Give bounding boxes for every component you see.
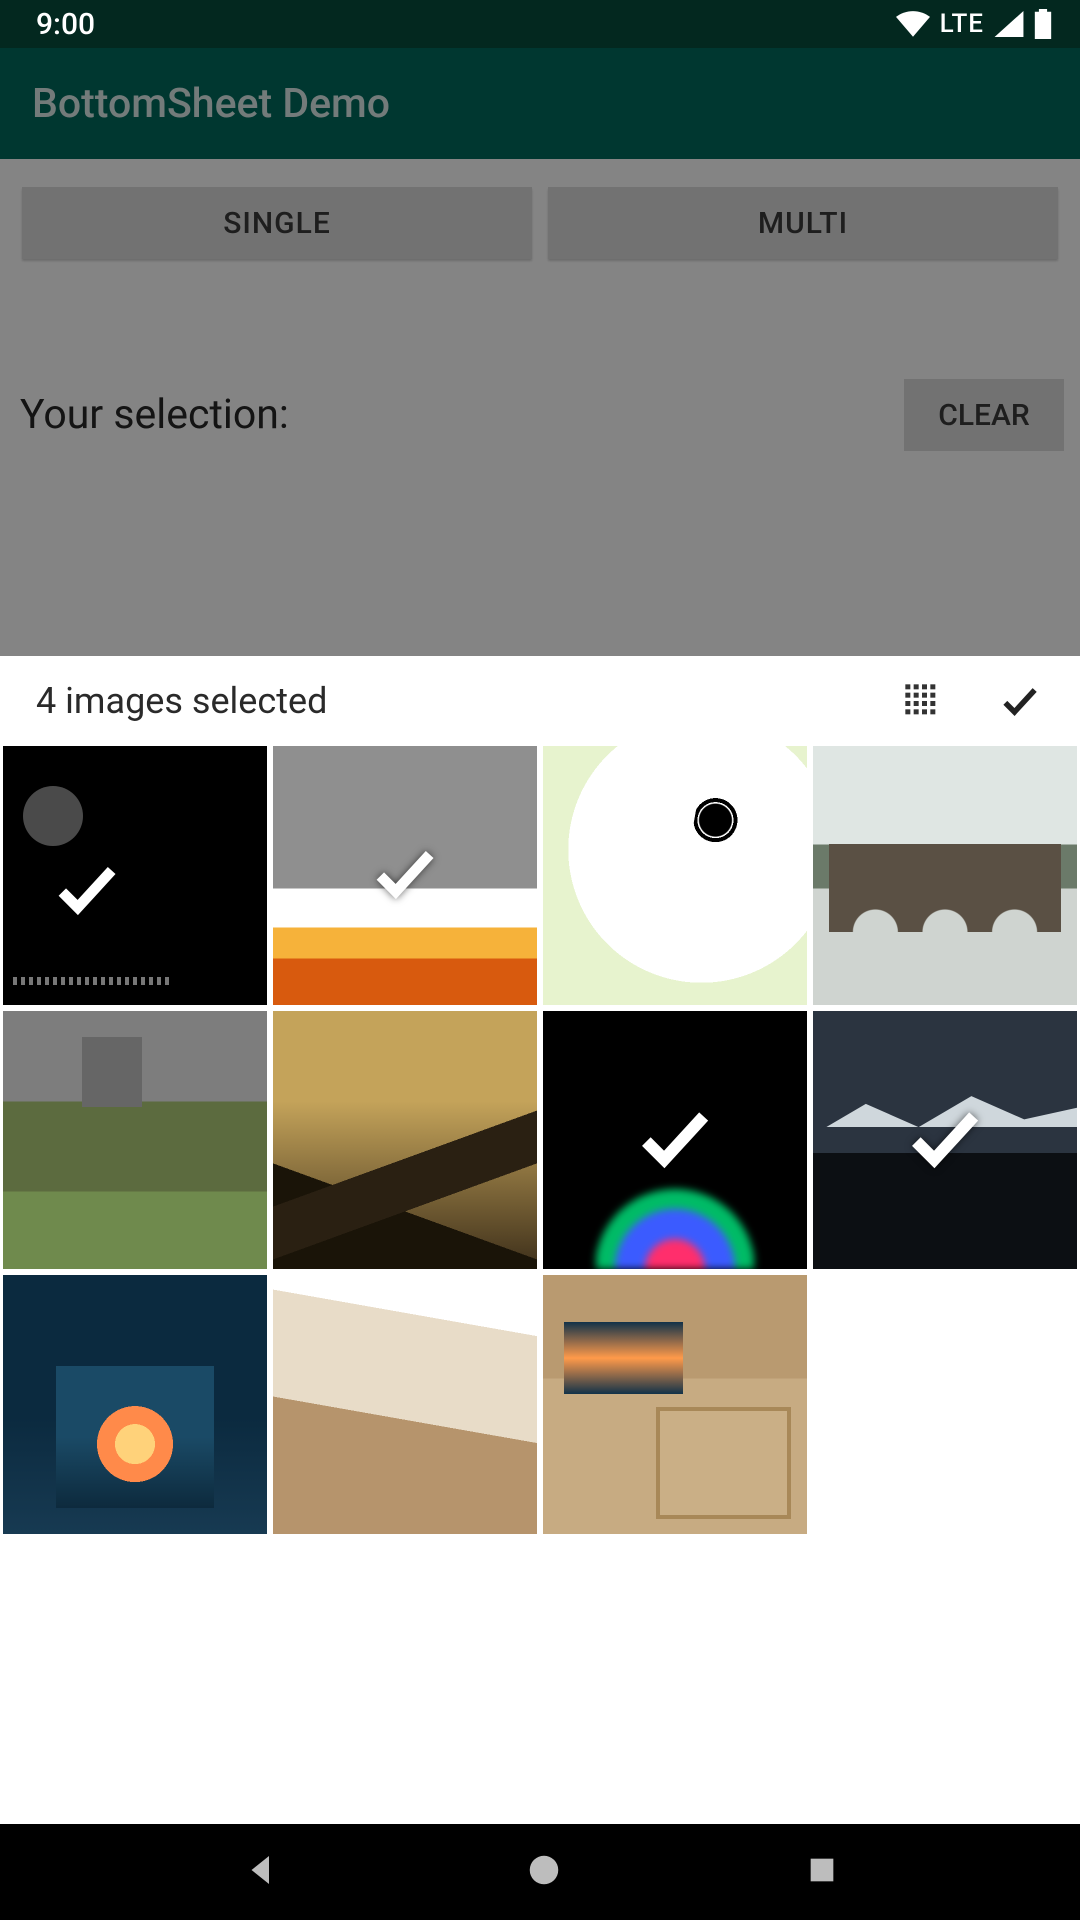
image-thumb[interactable]: [3, 1011, 267, 1270]
image-thumb[interactable]: [273, 1275, 537, 1534]
sheet-header: 4 images selected: [0, 656, 1080, 746]
bottom-sheet: 4 images selected: [0, 656, 1080, 1824]
sheet-title: 4 images selected: [36, 680, 860, 722]
navigation-bar: [0, 1824, 1080, 1920]
back-icon: [241, 1849, 283, 1891]
image-grid: [0, 746, 1080, 1824]
image-thumb[interactable]: [813, 1011, 1077, 1270]
selected-check-icon: [632, 1095, 718, 1185]
recents-icon: [805, 1853, 839, 1887]
battery-icon: [1034, 9, 1052, 39]
check-icon: [998, 679, 1042, 723]
grid-view-button[interactable]: [886, 665, 958, 737]
image-thumb[interactable]: [813, 746, 1077, 1005]
image-thumb[interactable]: [543, 1011, 807, 1270]
status-right: LTE: [896, 9, 1052, 39]
image-thumb[interactable]: [273, 1011, 537, 1270]
status-time: 9:00: [36, 7, 95, 42]
image-thumb[interactable]: [3, 1275, 267, 1534]
home-icon: [525, 1851, 563, 1889]
image-thumb[interactable]: [273, 746, 537, 1005]
network-label: LTE: [940, 9, 984, 39]
wifi-icon: [896, 11, 930, 37]
nav-recents-button[interactable]: [805, 1853, 839, 1891]
image-thumb[interactable]: [543, 1275, 807, 1534]
cell-signal-icon: [994, 11, 1024, 37]
confirm-button[interactable]: [984, 665, 1056, 737]
image-thumb[interactable]: [543, 746, 807, 1005]
modal-scrim[interactable]: [0, 48, 1080, 656]
selected-check-icon: [50, 852, 124, 930]
selected-check-icon: [902, 1095, 988, 1185]
nav-back-button[interactable]: [241, 1849, 283, 1895]
nav-home-button[interactable]: [525, 1851, 563, 1893]
image-thumb[interactable]: [3, 746, 267, 1005]
selected-check-icon: [368, 836, 442, 914]
status-bar: 9:00 LTE: [0, 0, 1080, 48]
grid-icon: [902, 681, 942, 721]
